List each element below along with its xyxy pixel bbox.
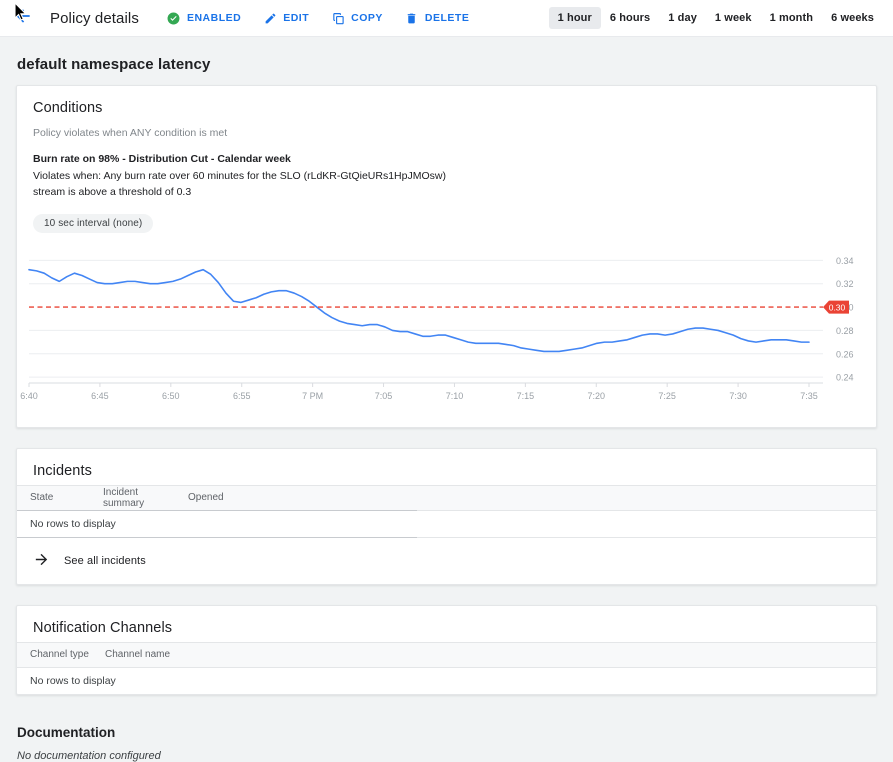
arrow-back-icon [13, 6, 33, 31]
condition-name: Burn rate on 98% - Distribution Cut - Ca… [33, 151, 860, 168]
time-range-1-hour[interactable]: 1 hour [549, 7, 601, 29]
notification-channels-title: Notification Channels [17, 606, 876, 642]
condition-description-line-2: stream is above a threshold of 0.3 [33, 184, 860, 201]
edit-button[interactable]: EDIT [263, 11, 309, 25]
y-axis-tick-label: 0.28 [836, 325, 854, 335]
condition-item: Burn rate on 98% - Distribution Cut - Ca… [17, 139, 876, 201]
y-axis-tick-label: 0.34 [836, 255, 854, 265]
policy-heading: default namespace latency [17, 56, 877, 73]
edit-label: EDIT [283, 12, 309, 24]
column-opened: Opened [166, 492, 308, 503]
incidents-empty-row: No rows to display [17, 511, 876, 537]
conditions-note: Policy violates when ANY condition is me… [17, 122, 876, 139]
x-axis-tick-label: 6:55 [233, 391, 251, 401]
trash-icon [405, 11, 419, 25]
chart-series-line [29, 269, 809, 351]
see-all-incidents-label: See all incidents [64, 555, 146, 567]
incidents-title: Incidents [17, 449, 876, 485]
x-axis-tick-label: 7:20 [588, 391, 606, 401]
enabled-status-button[interactable]: ENABLED [167, 11, 241, 25]
x-axis-tick-label: 6:45 [91, 391, 109, 401]
copy-label: COPY [351, 12, 383, 24]
x-axis-tick-label: 6:40 [20, 391, 38, 401]
see-all-incidents-link[interactable]: See all incidents [17, 538, 876, 584]
time-range-1-day[interactable]: 1 day [659, 7, 706, 29]
latency-line-chart[interactable]: 0.34 0.32 0.30 0.28 0.26 0.24 6:40 6:45 6:50 6:55… [17, 243, 878, 413]
x-axis-tick-label: 7 PM [302, 391, 323, 401]
interval-chip[interactable]: 10 sec interval (none) [33, 214, 153, 233]
x-axis-tick-label: 6:50 [162, 391, 180, 401]
notification-channels-card: Notification Channels Channel type Chann… [16, 605, 877, 695]
time-range-selector: 1 hour 6 hours 1 day 1 week 1 month 6 we… [549, 0, 883, 36]
x-axis-tick-label: 7:35 [800, 391, 818, 401]
pencil-icon [263, 11, 277, 25]
condition-description-line-1: Violates when: Any burn rate over 60 min… [33, 168, 860, 185]
channels-empty-row: No rows to display [17, 668, 876, 694]
conditions-card: Conditions Policy violates when ANY cond… [16, 85, 877, 428]
incidents-table-header: State Incident summary Opened [17, 485, 876, 511]
x-axis-tick-label: 7:05 [375, 391, 393, 401]
time-range-1-month[interactable]: 1 month [761, 7, 822, 29]
y-axis-tick-label: 0.24 [836, 372, 854, 382]
column-state: State [17, 492, 103, 503]
check-circle-icon [167, 11, 181, 25]
action-bar: ENABLED EDIT COPY [167, 11, 469, 25]
time-range-6-hours[interactable]: 6 hours [601, 7, 659, 29]
channels-empty-text: No rows to display [17, 675, 116, 687]
channels-table-header: Channel type Channel name [17, 642, 876, 668]
column-channel-type: Channel type [17, 649, 105, 660]
app-bar: Policy details ENABLED EDIT [0, 0, 893, 37]
incidents-card: Incidents State Incident summary Opened … [16, 448, 877, 585]
copy-button[interactable]: COPY [331, 11, 383, 25]
conditions-title: Conditions [17, 86, 876, 122]
x-axis-tick-label: 7:25 [658, 391, 676, 401]
delete-button[interactable]: DELETE [405, 11, 469, 25]
threshold-badge-label: 0.30 [829, 302, 846, 312]
y-axis-tick-label: 0.26 [836, 349, 854, 359]
time-range-6-weeks[interactable]: 6 weeks [822, 7, 883, 29]
arrow-right-icon [33, 551, 50, 571]
enabled-label: ENABLED [187, 12, 241, 24]
documentation-title: Documentation [17, 725, 877, 740]
copy-icon [331, 11, 345, 25]
condition-chart[interactable]: 0.34 0.32 0.30 0.28 0.26 0.24 6:40 6:45 6:50 6:55… [17, 243, 876, 413]
documentation-empty-text: No documentation configured [17, 750, 877, 762]
delete-label: DELETE [425, 12, 469, 24]
x-axis-tick-label: 7:15 [517, 391, 535, 401]
column-channel-name: Channel name [105, 649, 170, 660]
column-incident-summary: Incident summary [103, 487, 166, 509]
time-range-1-week[interactable]: 1 week [706, 7, 761, 29]
x-axis-tick-label: 7:10 [446, 391, 464, 401]
incidents-empty-text: No rows to display [17, 518, 116, 530]
x-axis-tick-label: 7:30 [729, 391, 747, 401]
page-content: default namespace latency Conditions Pol… [0, 56, 893, 762]
y-axis-tick-label: 0.32 [836, 279, 854, 289]
page-title: Policy details [50, 10, 139, 27]
interval-chip-row: 10 sec interval (none) [17, 201, 876, 237]
back-button[interactable] [10, 5, 36, 31]
